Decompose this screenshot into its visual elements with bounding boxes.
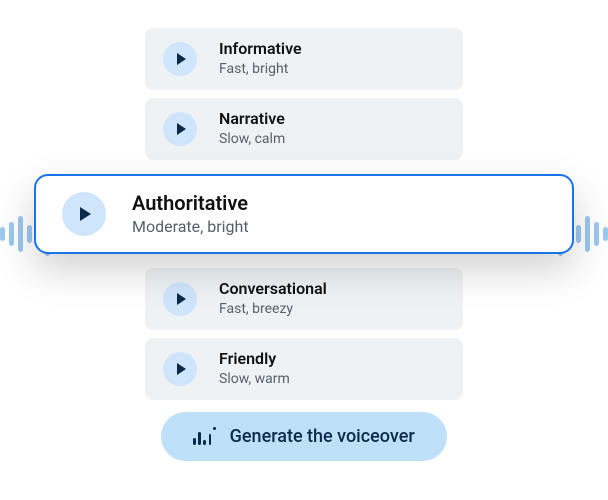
play-button[interactable] [163, 112, 197, 146]
play-button[interactable] [163, 42, 197, 76]
voice-subtitle: Slow, calm [219, 130, 285, 148]
voice-option-authoritative[interactable]: Authoritative Moderate, bright [34, 174, 574, 254]
voice-subtitle: Fast, breezy [219, 300, 327, 318]
voice-option-informative[interactable]: Informative Fast, bright [145, 28, 463, 90]
play-button[interactable] [62, 192, 106, 236]
play-icon [177, 53, 186, 65]
generate-voiceover-button[interactable]: Generate the voiceover [161, 412, 446, 461]
voice-title: Informative [219, 39, 302, 59]
voice-subtitle: Moderate, bright [132, 217, 249, 238]
audio-sparkle-icon [193, 429, 215, 445]
voice-option-friendly[interactable]: Friendly Slow, warm [145, 338, 463, 400]
play-icon [177, 363, 186, 375]
play-button[interactable] [163, 352, 197, 386]
play-icon [177, 123, 186, 135]
voice-title: Authoritative [132, 191, 249, 216]
voice-option-narrative[interactable]: Narrative Slow, calm [145, 98, 463, 160]
voice-subtitle: Slow, warm [219, 370, 290, 388]
play-icon [80, 207, 91, 221]
play-icon [177, 293, 186, 305]
generate-label: Generate the voiceover [230, 426, 415, 447]
voice-title: Conversational [219, 279, 327, 299]
voice-title: Narrative [219, 109, 285, 129]
voice-subtitle: Fast, bright [219, 60, 302, 78]
play-button[interactable] [163, 282, 197, 316]
voice-title: Friendly [219, 349, 290, 369]
voice-option-conversational[interactable]: Conversational Fast, breezy [145, 268, 463, 330]
